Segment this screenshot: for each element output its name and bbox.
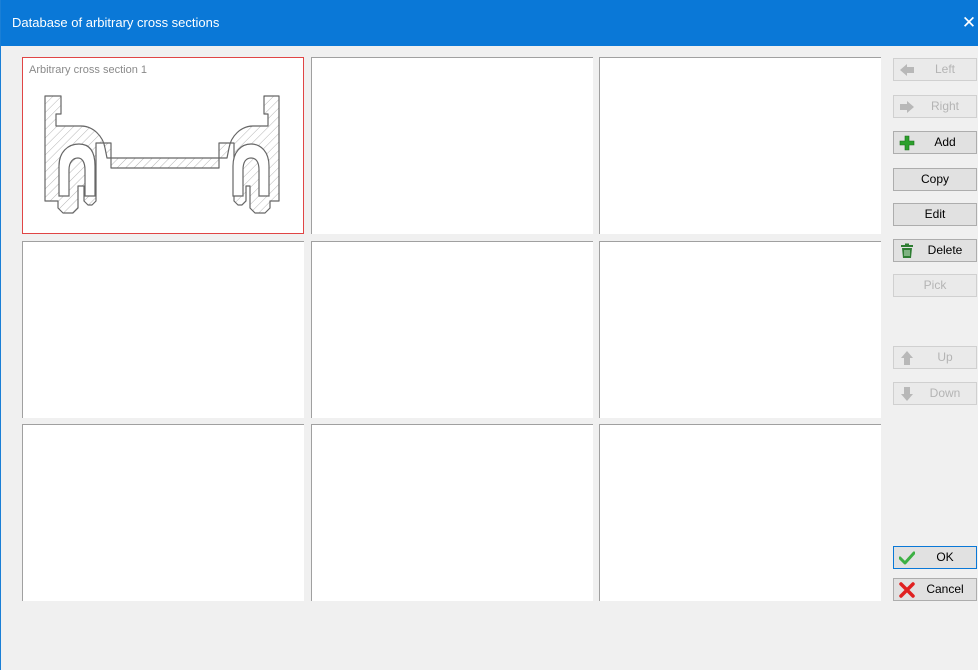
title-bar: Database of arbitrary cross sections ✕ (1, 0, 978, 46)
copy-label: Copy (920, 172, 949, 186)
arrow-right-icon (900, 101, 914, 113)
arrow-down-icon (901, 387, 913, 401)
add-button[interactable]: Add (893, 131, 977, 154)
move-down-label: Down (929, 386, 961, 400)
cross-section-grid: Arbitrary cross section 1 (1, 46, 891, 604)
cancel-label: Cancel (926, 582, 964, 596)
checkmark-icon (899, 551, 915, 565)
close-icon[interactable]: ✕ (959, 0, 978, 46)
cross-section-tile-3[interactable] (599, 57, 881, 234)
arrow-up-icon (901, 351, 913, 365)
arrow-left-icon (900, 64, 914, 76)
move-left-label: Left (934, 62, 955, 76)
pick-button[interactable]: Pick (893, 274, 977, 297)
cross-section-tile-4[interactable] (22, 241, 304, 418)
cross-section-tile-6[interactable] (599, 241, 881, 418)
move-right-button[interactable]: Right (893, 95, 977, 118)
cross-section-tile-7[interactable] (22, 424, 304, 601)
cancel-button[interactable]: Cancel (893, 578, 977, 601)
cross-section-tile-1[interactable]: Arbitrary cross section 1 (22, 57, 304, 234)
ok-label: OK (936, 550, 954, 564)
cross-section-drawing (44, 95, 280, 214)
cross-section-tile-2[interactable] (311, 57, 593, 234)
edit-button[interactable]: Edit (893, 203, 977, 226)
cross-section-tile-9[interactable] (599, 424, 881, 601)
delete-button[interactable]: Delete (893, 239, 977, 262)
delete-label: Delete (927, 243, 963, 257)
move-left-button[interactable]: Left (893, 58, 977, 81)
dialog-window: Database of arbitrary cross sections ✕ A… (0, 0, 978, 670)
pick-label: Pick (923, 278, 947, 292)
window-title: Database of arbitrary cross sections (12, 15, 220, 30)
edit-label: Edit (924, 207, 946, 221)
move-down-button[interactable]: Down (893, 382, 977, 405)
move-right-label: Right (930, 99, 959, 113)
cross-section-tile-8[interactable] (311, 424, 593, 601)
cancel-x-icon (899, 582, 915, 598)
cross-section-tile-5[interactable] (311, 241, 593, 418)
copy-button[interactable]: Copy (893, 168, 977, 191)
add-label: Add (934, 135, 956, 149)
move-up-label: Up (937, 350, 953, 364)
move-up-button[interactable]: Up (893, 346, 977, 369)
trash-icon (901, 243, 913, 258)
plus-icon (899, 135, 915, 151)
ok-button[interactable]: OK (893, 546, 977, 569)
